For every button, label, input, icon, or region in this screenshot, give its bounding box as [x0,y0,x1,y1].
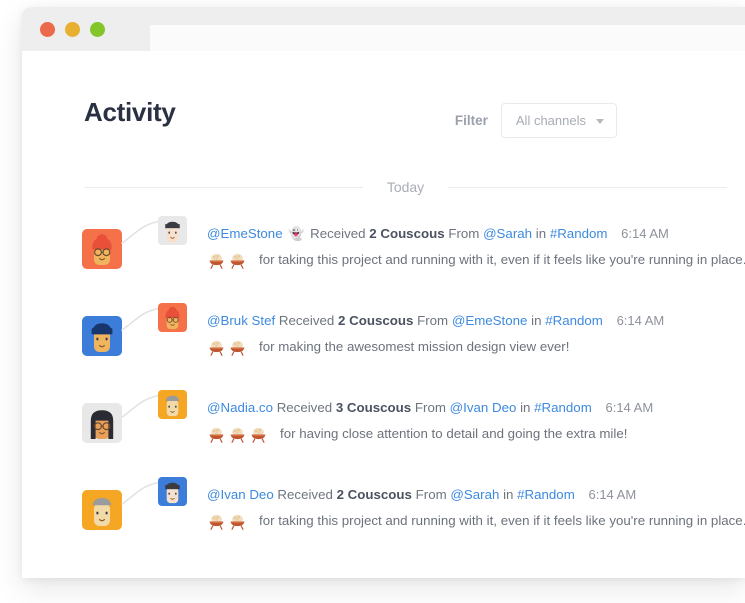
activity-message-line: for making the awesomest mission design … [207,338,725,356]
channel-filter-dropdown[interactable]: All channels [500,103,617,138]
activity-content: @EmeStone 👻 Received 2 Couscous From @Sa… [207,225,745,269]
in-label: in [535,226,547,241]
activity-row[interactable]: @Ivan Deo Received 2 Couscous From @Sara… [22,470,745,557]
activity-row[interactable]: @Bruk Stef Received 2 Couscous From @Eme… [22,296,745,383]
activity-timestamp: 6:14 AM [605,400,654,415]
avatar-emestone[interactable] [158,303,187,332]
window-titlebar [22,7,745,53]
activity-summary: @Bruk Stef Received 2 Couscous From @Eme… [207,312,725,330]
avatar-pair [82,209,212,279]
activity-content: @Nadia.co Received 3 Couscous From @Ivan… [207,399,725,443]
from-label: From [414,400,446,415]
activity-page: Activity Filter All channels Today @EmeS… [22,51,745,578]
activity-content: @Bruk Stef Received 2 Couscous From @Eme… [207,312,725,356]
avatar-nadia[interactable] [82,403,122,443]
traffic-light-group [40,22,105,37]
sender-mention[interactable]: @EmeStone [452,313,528,328]
activity-message: for taking this project and running with… [259,252,745,267]
filter-label: Filter [454,113,488,128]
channel-link[interactable]: #Random [517,487,575,502]
activity-row[interactable]: @Nadia.co Received 3 Couscous From @Ivan… [22,383,745,470]
sender-mention[interactable]: @Ivan Deo [450,400,517,415]
ghost-icon: 👻 [284,226,305,241]
today-divider: Today [84,179,728,195]
activity-list: @EmeStone 👻 Received 2 Couscous From @Sa… [22,209,745,557]
browser-window: Activity Filter All channels Today @EmeS… [22,7,745,578]
close-button-icon[interactable] [40,22,55,37]
avatar-brukstef[interactable] [82,316,122,356]
chevron-down-icon [596,119,604,124]
activity-summary: @Ivan Deo Received 2 Couscous From @Sara… [207,486,725,504]
activity-timestamp: 6:14 AM [588,487,637,502]
divider-line-right [448,186,728,188]
filter-group: Filter All channels [455,103,617,138]
maximize-button-icon[interactable] [90,22,105,37]
activity-message-line: for taking this project and running with… [207,251,745,269]
recipient-mention[interactable]: @Nadia.co [207,400,273,415]
divider-label: Today [386,179,425,195]
avatar-ivandeo[interactable] [158,390,187,419]
in-label: in [503,487,514,502]
activity-message: for taking this project and running with… [259,513,745,528]
recipient-mention[interactable]: @Ivan Deo [207,487,274,502]
avatar-pair [82,470,212,540]
received-label: Received [276,400,333,415]
recipient-mention[interactable]: @Bruk Stef [207,313,275,328]
avatar-pair [82,296,212,366]
sender-mention[interactable]: @Sarah [483,226,532,241]
page-title: Activity [84,97,176,127]
page-header: Activity Filter All channels [22,51,745,138]
avatar-pair [82,383,212,453]
activity-message: for having close attention to detail and… [280,426,628,441]
screenshot-root: Activity Filter All channels Today @EmeS… [0,0,745,603]
activity-timestamp: 6:14 AM [621,226,669,241]
activity-row[interactable]: @EmeStone 👻 Received 2 Couscous From @Sa… [22,209,745,296]
couscous-emoji-group [207,339,249,356]
amount-label: 2 Couscous [369,226,445,241]
divider-line-left [84,186,363,188]
avatar-emestone[interactable] [82,229,122,269]
sender-mention[interactable]: @Sarah [450,487,499,502]
recipient-mention[interactable]: @EmeStone [207,226,283,241]
received-label: Received [310,226,366,241]
amount-label: 3 Couscous [335,400,412,415]
in-label: in [531,313,542,328]
channel-link[interactable]: #Random [534,400,592,415]
couscous-emoji-group [207,513,249,530]
amount-label: 2 Couscous [336,487,412,502]
activity-timestamp: 6:14 AM [616,313,665,328]
activity-summary: @Nadia.co Received 3 Couscous From @Ivan… [207,399,725,417]
couscous-emoji-group [207,426,270,443]
activity-message-line: for taking this project and running with… [207,512,745,530]
channel-link[interactable]: #Random [550,226,608,241]
received-label: Received [277,487,333,502]
activity-message: for making the awesomest mission design … [259,339,570,354]
from-label: From [415,487,447,502]
received-label: Received [278,313,335,328]
in-label: in [520,400,531,415]
from-label: From [448,226,480,241]
activity-summary: @EmeStone 👻 Received 2 Couscous From @Sa… [207,225,725,243]
from-label: From [417,313,449,328]
address-bar[interactable] [150,25,745,53]
avatar-ivandeo[interactable] [82,490,122,530]
amount-label: 2 Couscous [338,313,414,328]
minimize-button-icon[interactable] [65,22,80,37]
activity-content: @Ivan Deo Received 2 Couscous From @Sara… [207,486,745,530]
channel-link[interactable]: #Random [545,313,603,328]
avatar-sarah[interactable] [158,216,187,245]
channel-filter-value: All channels [515,113,586,128]
avatar-sarah[interactable] [158,477,187,506]
couscous-emoji-group [207,252,249,269]
activity-message-line: for having close attention to detail and… [207,425,725,443]
